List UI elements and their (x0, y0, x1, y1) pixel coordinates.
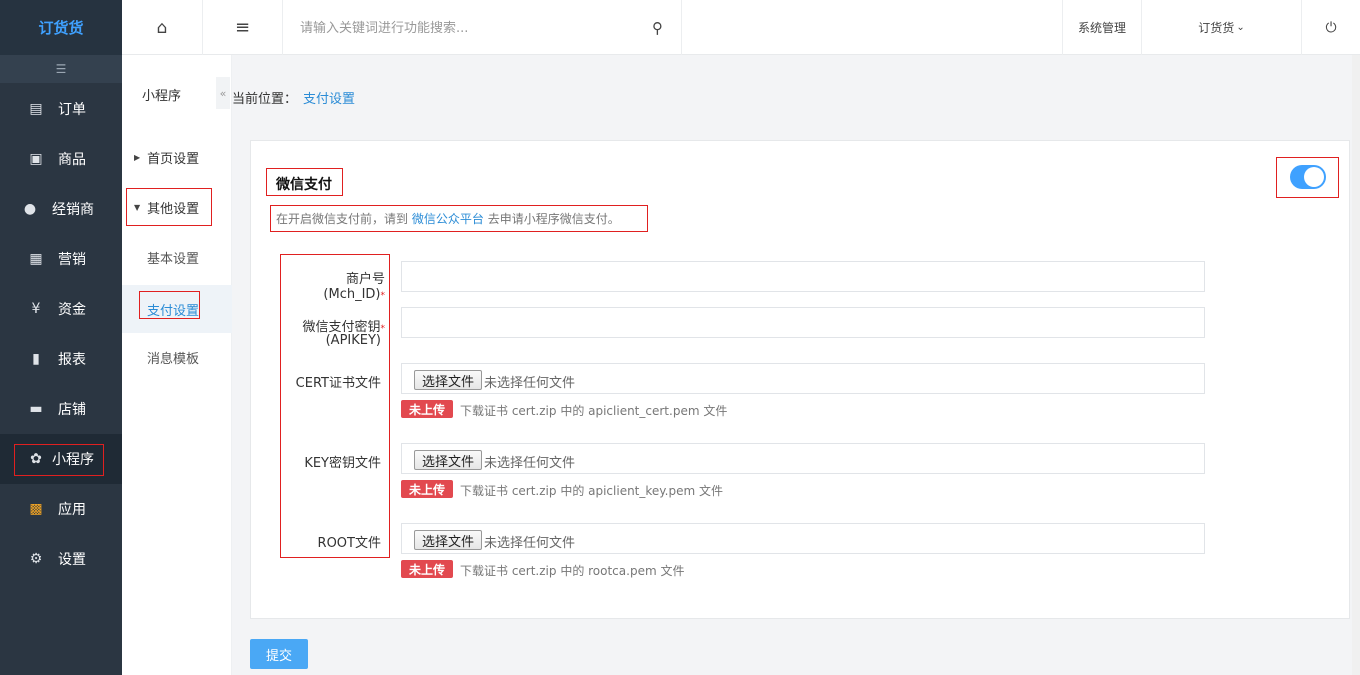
system-manage-label: 系统管理 (1077, 21, 1126, 35)
double-chevron-left-icon: « (219, 86, 227, 100)
key-choose-file-button[interactable]: 选择文件 (414, 450, 483, 470)
gift-icon: ▦ (29, 251, 43, 267)
highlight-box (126, 188, 212, 226)
collapse-icon: ☰ (55, 62, 67, 76)
root-choose-file-button[interactable]: 选择文件 (414, 530, 483, 550)
logout-button[interactable]: ⏻ (1302, 0, 1360, 55)
highlight-box (1276, 157, 1339, 198)
gear-icon: ⚙ (29, 551, 43, 567)
sidebar-item-settings[interactable]: ⚙ 设置 (0, 534, 122, 584)
cert-file-status: 未选择任何文件 (484, 376, 576, 391)
mch-id-input[interactable] (401, 261, 1205, 292)
sidebar-item-label: 经销商 (52, 202, 94, 218)
root-hint: 下载证书 cert.zip 中的 rootca.pem 文件 (460, 564, 685, 578)
highlight-box (266, 168, 343, 196)
money-bag-icon: ¥ (31, 301, 41, 317)
sidebar-item-orders[interactable]: ▤ 订单 (0, 84, 122, 134)
menu-icon: ≡ (234, 17, 251, 38)
key-status-badge: 未上传 (401, 480, 454, 498)
document-icon: ▤ (29, 101, 43, 117)
product-icon: ▣ (29, 151, 43, 167)
subnav-item-basic-settings[interactable]: 基本设置 (122, 235, 232, 279)
app-logo[interactable]: 订货货 (0, 0, 122, 55)
menu-button[interactable]: ≡ (203, 0, 283, 55)
sidebar-item-label: 营销 (58, 252, 86, 268)
apikey-input[interactable] (401, 307, 1205, 338)
subnav-item-label: 首页设置 (147, 151, 200, 167)
sidebar-item-label: 资金 (58, 302, 86, 318)
key-hint: 下载证书 cert.zip 中的 apiclient_key.pem 文件 (460, 484, 724, 498)
sidebar-collapse-button[interactable]: ☰ (0, 55, 122, 83)
highlight-box (14, 444, 104, 476)
key-file-status: 未选择任何文件 (484, 456, 576, 471)
apps-icon: ▩ (29, 501, 43, 517)
user-menu-label: 订货货 (1198, 21, 1235, 35)
apikey-sublabel: (APIKEY) (325, 333, 381, 348)
subnav-collapse-button[interactable]: « (216, 77, 230, 109)
required-mark: * (380, 324, 386, 334)
cert-status-badge: 未上传 (401, 400, 454, 418)
sidebar-item-store[interactable]: ▬ 店铺 (0, 384, 122, 434)
sidebar-item-dealers[interactable]: ● 经销商 (0, 184, 122, 234)
sidebar-item-label: 应用 (58, 502, 86, 518)
top-header: ⌂ ≡ ⚲ 系统管理 订货货 ⌄ ⏻ (122, 0, 1360, 55)
mch-id-label: 商户号(Mch_ID)* (289, 268, 385, 302)
chevron-down-icon: ⌄ (1236, 22, 1245, 33)
cert-hint: 下载证书 cert.zip 中的 apiclient_cert.pem 文件 (460, 404, 728, 418)
root-file-status: 未选择任何文件 (484, 536, 576, 551)
required-mark: * (380, 291, 386, 301)
cert-choose-file-button[interactable]: 选择文件 (414, 370, 483, 390)
cert-file-input: 选择文件 未选择任何文件 (401, 363, 1205, 394)
sidebar-item-label: 设置 (58, 552, 86, 568)
wechat-pay-panel: 微信支付 在开启微信支付前，请到 微信公众平台 去申请小程序微信支付。 商户号(… (250, 140, 1350, 619)
bar-chart-icon: ▮ (32, 351, 40, 367)
breadcrumb-current[interactable]: 支付设置 (303, 92, 355, 107)
home-icon: ⌂ (156, 17, 168, 38)
sidebar-item-label: 订单 (58, 102, 86, 118)
main-sidebar: 订货货 ☰ ▤ 订单 ▣ 商品 ● 经销商 ▦ 营销 ¥ 资金 ▮ 报表 ▬ 店… (0, 0, 122, 675)
sub-sidebar: 小程序 « ▶ 首页设置 ▼ 其他设置 基本设置 支付设置 消息模板 (122, 55, 232, 675)
highlight-box (270, 205, 648, 232)
sidebar-item-label: 店铺 (58, 402, 86, 418)
key-file-input: 选择文件 未选择任何文件 (401, 443, 1205, 474)
system-manage-link[interactable]: 系统管理 (1062, 0, 1142, 55)
highlight-box (139, 291, 200, 319)
sidebar-item-label: 报表 (58, 352, 86, 368)
sidebar-item-reports[interactable]: ▮ 报表 (0, 334, 122, 384)
cert-label: CERT证书文件 (295, 376, 381, 391)
root-label: ROOT文件 (317, 536, 381, 551)
root-status-badge: 未上传 (401, 560, 454, 578)
submit-button[interactable]: 提交 (250, 639, 308, 669)
sidebar-item-funds[interactable]: ¥ 资金 (0, 284, 122, 334)
key-label: KEY密钥文件 (304, 456, 381, 471)
search-input[interactable] (300, 17, 650, 39)
search-icon[interactable]: ⚲ (652, 19, 663, 37)
subnav-item-home-settings[interactable]: ▶ 首页设置 (122, 135, 232, 179)
power-icon: ⏻ (1325, 19, 1337, 36)
store-icon: ▬ (29, 401, 43, 417)
subnav-item-label: 消息模板 (147, 351, 200, 367)
user-menu-dropdown[interactable]: 订货货 ⌄ (1142, 0, 1302, 55)
subnav-title: 小程序 (142, 89, 182, 104)
subnav-item-label: 基本设置 (147, 251, 200, 267)
sidebar-item-miniprogram[interactable]: ✿ 小程序 (0, 434, 122, 484)
root-file-input: 选择文件 未选择任何文件 (401, 523, 1205, 554)
home-button[interactable]: ⌂ (122, 0, 203, 55)
content-scrollbar[interactable] (1352, 55, 1360, 675)
sidebar-item-marketing[interactable]: ▦ 营销 (0, 234, 122, 284)
user-icon: ● (23, 201, 37, 217)
main-content: 当前位置： 支付设置 微信支付 在开启微信支付前，请到 微信公众平台 去申请小程序… (232, 55, 1360, 675)
sidebar-item-products[interactable]: ▣ 商品 (0, 134, 122, 184)
subnav-item-message-templates[interactable]: 消息模板 (122, 335, 232, 379)
sidebar-item-apps[interactable]: ▩ 应用 (0, 484, 122, 534)
breadcrumb: 当前位置： 支付设置 (232, 88, 355, 107)
sidebar-item-label: 商品 (58, 152, 86, 168)
caret-right-icon: ▶ (134, 152, 141, 162)
mch-id-label-text: 商户号(Mch_ID) (323, 272, 385, 302)
breadcrumb-prefix: 当前位置： (232, 92, 298, 107)
